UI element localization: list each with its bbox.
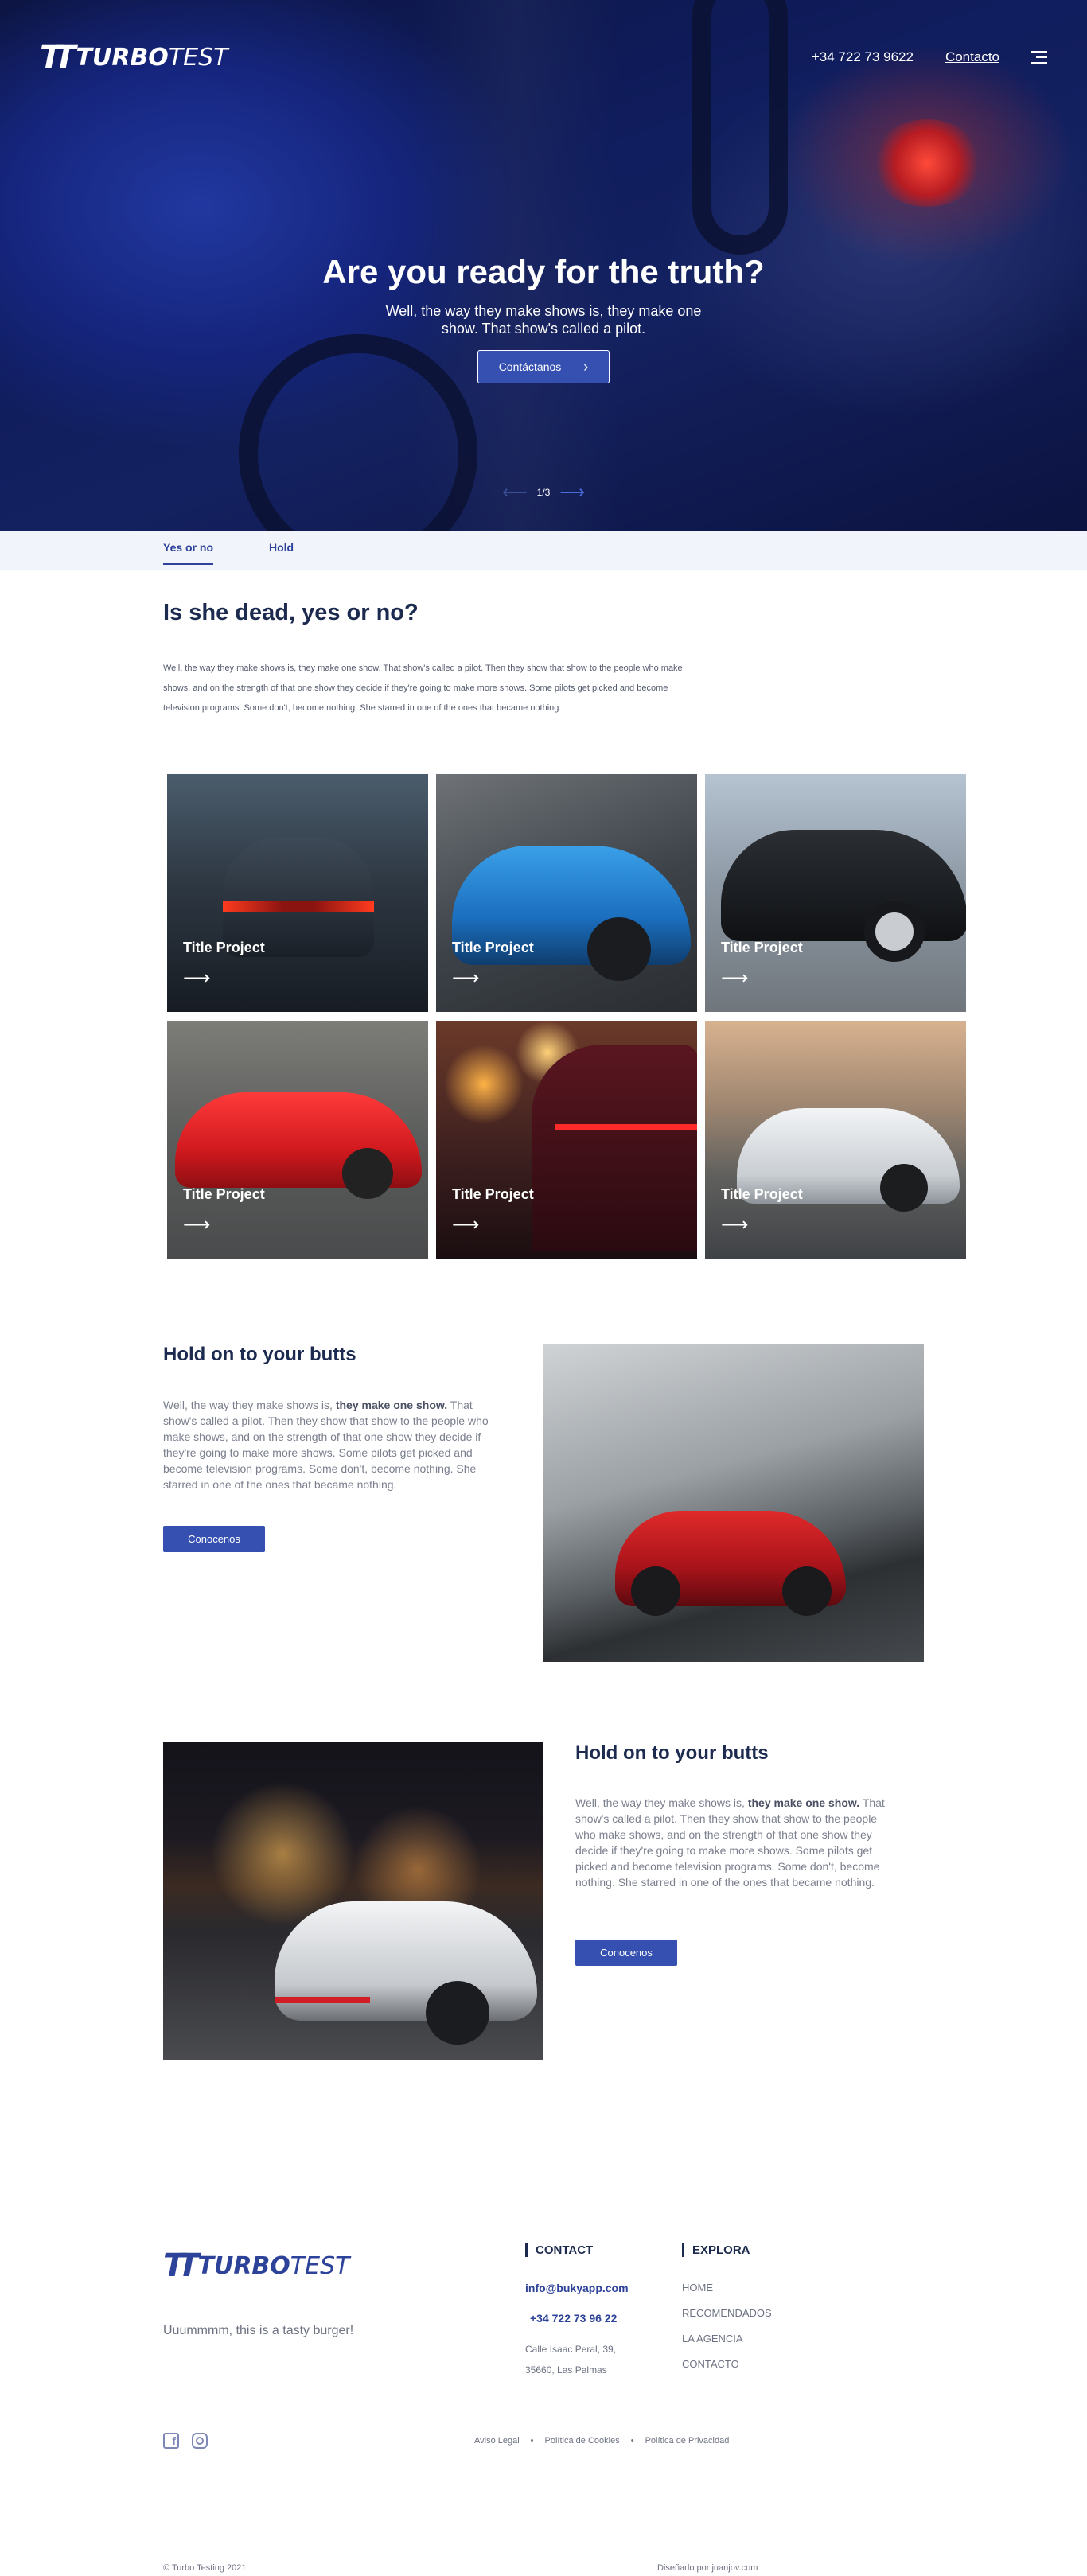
logo[interactable]: TT TURBOTEST: [40, 41, 228, 73]
logo-mark: TT: [40, 39, 76, 76]
slide-indicator: 1/3: [536, 487, 551, 498]
feature-1-text: Well, the way they make shows is, they m…: [163, 1399, 489, 1491]
feature-2-text: Well, the way they make shows is, they m…: [575, 1796, 885, 1889]
footer-contact-heading: CONTACT: [525, 2243, 593, 2257]
legal-link-cookies[interactable]: Política de Cookies: [545, 2436, 620, 2446]
project-card[interactable]: Title Project ⟶: [705, 1021, 966, 1259]
logo-text-light: TEST: [168, 43, 228, 72]
footer-explore-heading: EXPLORA: [682, 2243, 750, 2257]
footer-logo[interactable]: TT TURBOTEST: [163, 2247, 349, 2284]
tab-yes-or-no[interactable]: Yes or no: [163, 541, 214, 565]
project-card[interactable]: Title Project ⟶: [705, 774, 966, 1012]
contact-cta-button[interactable]: Contáctanos ›: [477, 350, 610, 383]
footer-address-line1: Calle Isaac Peral, 39,: [525, 2344, 617, 2355]
header-phone[interactable]: +34 722 73 9622: [812, 49, 914, 65]
project-card-title: Title Project: [452, 1186, 534, 1202]
hero-title: Are you ready for the truth?: [322, 253, 765, 290]
chevron-right-icon: ›: [583, 358, 589, 375]
legal-link-privacidad[interactable]: Política de Privacidad: [645, 2436, 730, 2446]
tab-bar: Yes or no Hold: [0, 531, 1087, 570]
project-card[interactable]: Title Project ⟶: [167, 774, 428, 1012]
intro-title: Is she dead, yes or no?: [163, 600, 419, 625]
legal-link-aviso[interactable]: Aviso Legal: [474, 2436, 520, 2446]
page: TT TURBOTEST +34 722 73 9622 Contacto Ar…: [0, 0, 1087, 2576]
footer-link-contacto[interactable]: CONTACTO: [682, 2358, 739, 2370]
footer-address-line2: 35660, Las Palmas: [525, 2364, 607, 2376]
separator-dot: •: [530, 2436, 534, 2446]
footer-logo-text: TURBOTEST: [197, 2251, 350, 2280]
arrow-right-icon: ⟶: [721, 967, 749, 989]
project-card-title: Title Project: [721, 1186, 803, 1202]
contact-cta-label: Contáctanos: [498, 360, 562, 373]
hero-wheel: [692, 0, 788, 255]
arrow-right-icon: ⟶: [452, 967, 480, 989]
copyright: © Turbo Testing 2021: [163, 2563, 247, 2573]
footer-email-link[interactable]: info@bukyapp.com: [525, 2282, 629, 2294]
slider-controls: ⟵ 1/3 ⟶: [0, 482, 1087, 503]
logo-text: TURBOTEST: [76, 44, 228, 72]
separator-dot: •: [630, 2436, 634, 2446]
footer-link-la-agencia[interactable]: LA AGENCIA: [682, 2333, 743, 2344]
feature-1-photo: [544, 1344, 924, 1662]
designer-credit[interactable]: Diseñado por juanjov.com: [657, 2563, 758, 2573]
footer-tagline: Uuummmm, this is a tasty burger!: [163, 2324, 354, 2337]
arrow-right-icon: ⟶: [721, 1214, 749, 1235]
project-card[interactable]: Title Project ⟶: [167, 1021, 428, 1259]
arrow-right-icon: ⟶: [183, 967, 211, 989]
arrow-right-icon[interactable]: ⟶: [559, 482, 585, 503]
project-card-title: Title Project: [721, 940, 803, 955]
footer-phone-link[interactable]: +34 722 73 96 22: [530, 2312, 617, 2325]
feature-1-title: Hold on to your butts: [163, 1344, 356, 1365]
hero-taillight: [871, 119, 983, 207]
hero-subtitle: Well, the way they make shows is, they m…: [385, 303, 702, 337]
conocenos-button[interactable]: Conocenos: [575, 1940, 677, 1966]
project-card-title: Title Project: [183, 940, 265, 955]
project-card[interactable]: Title Project ⟶: [436, 774, 697, 1012]
footer-logo-mark: TT: [163, 2247, 199, 2284]
tab-hold[interactable]: Hold: [269, 541, 294, 563]
contact-link[interactable]: Contacto: [945, 49, 999, 65]
project-card-title: Title Project: [452, 940, 534, 955]
arrow-left-icon[interactable]: ⟵: [502, 482, 528, 503]
intro-text: Well, the way they make shows is, they m…: [163, 663, 683, 713]
project-card-title: Title Project: [183, 1186, 265, 1202]
facebook-icon[interactable]: f: [163, 2433, 179, 2449]
legal-links: Aviso Legal • Política de Cookies • Polí…: [474, 2436, 729, 2446]
instagram-icon[interactable]: [192, 2433, 208, 2449]
project-card[interactable]: Title Project ⟶: [436, 1021, 697, 1259]
conocenos-button[interactable]: Conocenos: [163, 1526, 265, 1552]
feature-2-photo: [163, 1742, 544, 2060]
footer-link-recomendados[interactable]: RECOMENDADOS: [682, 2307, 772, 2319]
hero-banner: TT TURBOTEST +34 722 73 9622 Contacto Ar…: [0, 0, 1087, 531]
arrow-right-icon: ⟶: [183, 1214, 211, 1235]
footer-link-home[interactable]: HOME: [682, 2282, 713, 2294]
top-nav: +34 722 73 9622 Contacto: [812, 49, 1047, 65]
feature-2-title: Hold on to your butts: [575, 1742, 769, 1764]
arrow-right-icon: ⟶: [452, 1214, 480, 1235]
hamburger-icon[interactable]: [1031, 51, 1047, 64]
logo-text-bold: TURBO: [76, 43, 169, 72]
